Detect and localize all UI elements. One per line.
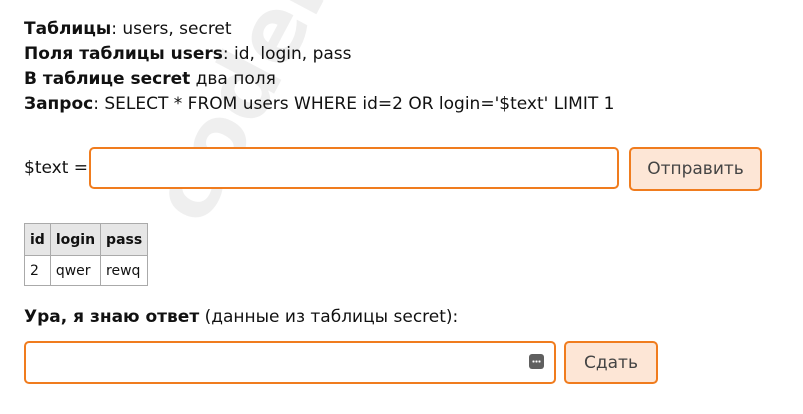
tables-value: : users, secret — [111, 19, 232, 39]
fields-value: : id, login, pass — [222, 44, 352, 64]
query-value: : SELECT * FROM users WHERE id=2 OR logi… — [93, 94, 615, 114]
answer-label-rest: (данные из таблицы secret): — [199, 307, 459, 327]
tables-line: Таблицы: users, secret — [24, 17, 614, 42]
cell-id: 2 — [24, 255, 51, 286]
fields-label: Поля таблицы users — [24, 44, 223, 64]
tables-label: Таблицы — [24, 19, 112, 39]
secret-label: В таблице secret — [24, 69, 191, 89]
page: codeby.net Таблицы: users, secret Поля т… — [0, 0, 803, 414]
query-form: $text = Отправить — [24, 147, 764, 193]
table-row: 2 qwer rewq — [24, 255, 149, 286]
send-button[interactable]: Отправить — [629, 147, 762, 191]
answer-input[interactable] — [24, 341, 556, 384]
secret-value: два поля — [190, 69, 276, 89]
autofill-key-icon[interactable] — [529, 354, 544, 369]
column-header-login: login — [49, 223, 102, 256]
cell-login: qwer — [49, 255, 102, 286]
text-input[interactable] — [89, 147, 619, 189]
secret-line: В таблице secret два поля — [24, 67, 614, 92]
text-param-label: $text = — [24, 158, 89, 178]
answer-label-bold: Ура, я знаю ответ — [24, 307, 200, 327]
answer-label: Ура, я знаю ответ (данные из таблицы sec… — [24, 307, 458, 327]
table-header-row: id login pass — [24, 223, 149, 256]
cell-pass: rewq — [100, 255, 149, 286]
column-header-pass: pass — [100, 223, 149, 256]
task-info: Таблицы: users, secret Поля таблицы user… — [24, 17, 614, 117]
fields-line: Поля таблицы users: id, login, pass — [24, 42, 614, 67]
query-label: Запрос — [24, 94, 94, 114]
query-line: Запрос: SELECT * FROM users WHERE id=2 O… — [24, 92, 614, 117]
answer-form: Сдать — [24, 341, 664, 385]
column-header-id: id — [24, 223, 51, 256]
submit-answer-button[interactable]: Сдать — [564, 341, 658, 384]
result-table: id login pass 2 qwer rewq — [24, 223, 149, 286]
